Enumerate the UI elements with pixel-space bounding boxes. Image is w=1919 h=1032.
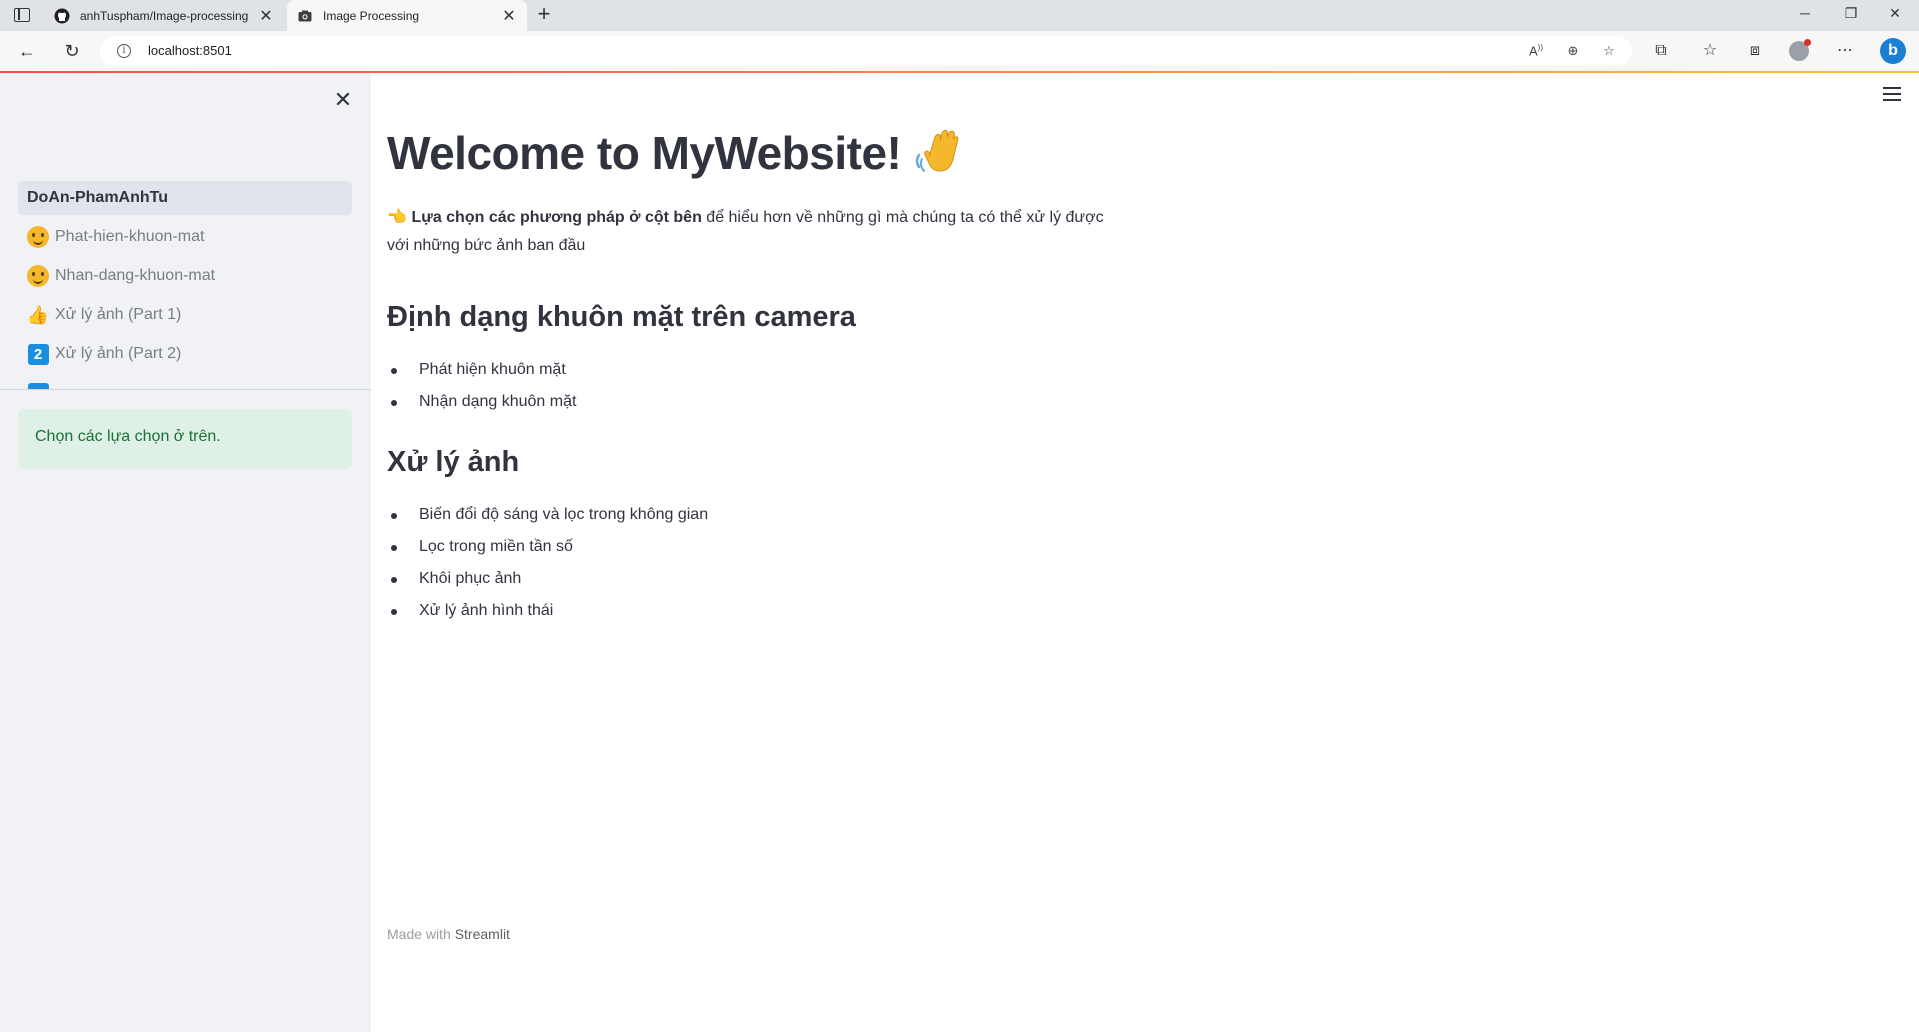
new-tab-icon[interactable]: + (532, 3, 556, 27)
browser-tab-bar: anhTuspham/Image-processing ✕ Image Proc… (0, 0, 1919, 31)
list-item: Nhận dạng khuôn mặt (387, 386, 1127, 418)
add-favorite-icon[interactable]: ☆ (1600, 43, 1618, 59)
smiling-face-icon (27, 226, 49, 248)
pointing-left-icon: 👈 (387, 209, 407, 226)
notification-dot (1804, 39, 1811, 46)
page-title-text: Welcome to MyWebsite! (387, 127, 902, 179)
close-tab-icon[interactable]: ✕ (258, 6, 274, 26)
list-item: Phát hiện khuôn mặt (387, 354, 1127, 386)
list-item: Khôi phục ảnh (387, 563, 1127, 595)
favorites-icon[interactable]: ☆ (1699, 40, 1721, 62)
tab-actions-icon[interactable] (14, 8, 30, 22)
back-icon[interactable]: ← (14, 39, 40, 63)
url-text: localhost:8501 (148, 43, 232, 58)
nav-item-label: Phat-hien-khuon-mat (55, 228, 205, 245)
footer-prefix: Made with (387, 926, 455, 942)
nav-item-xu-ly-anh-part2[interactable]: 2 Xử lý ảnh (Part 2) (18, 337, 352, 371)
sidebar-nav: DoAn-PhamAnhTu Phat-hien-khuon-mat Nhan-… (18, 181, 352, 389)
browser-tab-image-processing[interactable]: Image Processing ✕ (287, 0, 527, 31)
restore-icon[interactable]: ❐ (1836, 5, 1866, 25)
camera-feature-list: Phát hiện khuôn mặt Nhận dạng khuôn mặt (387, 354, 1127, 418)
info-icon[interactable]: i (117, 44, 131, 58)
nav-item-xu-ly-anh-part1[interactable]: 👍 Xử lý ảnh (Part 1) (18, 298, 352, 332)
camera-icon (297, 8, 313, 24)
info-alert: Chọn các lựa chọn ở trên. (18, 409, 352, 469)
image-processing-list: Biến đổi độ sáng và lọc trong không gian… (387, 499, 1127, 627)
smiling-face-icon (27, 265, 49, 287)
bing-icon[interactable]: b (1880, 38, 1906, 64)
browser-toolbar: ← ↻ i localhost:8501 A)) ⊕ ☆ ⧉ ☆ ⧈ ⋯ b (0, 31, 1919, 71)
page-title: Welcome to MyWebsite! (387, 126, 963, 180)
keycap-3-icon (27, 382, 49, 389)
more-options-icon[interactable]: ⋯ (1834, 40, 1856, 62)
hamburger-menu-icon[interactable] (1883, 87, 1901, 103)
refresh-icon[interactable]: ↻ (59, 39, 85, 63)
info-message: Chọn các lựa chọn ở trên. (35, 428, 221, 445)
zoom-icon[interactable]: ⊕ (1564, 43, 1582, 59)
read-aloud-icon[interactable]: A)) (1527, 43, 1545, 59)
nav-item-label: Nhan-dang-khuon-mat (55, 267, 216, 284)
nav-item-nhan-dang-khuon-mat[interactable]: Nhan-dang-khuon-mat (18, 259, 352, 293)
minimize-icon[interactable]: ─ (1790, 5, 1820, 25)
nav-item-label: Xử lý ảnh (Part 2) (55, 345, 182, 362)
sidebar: ✕ DoAn-PhamAnhTu Phat-hien-khuon-mat Nha… (0, 73, 371, 1032)
intro-bold: Lựa chọn các phương pháp ở cột bên (411, 209, 702, 226)
close-sidebar-icon[interactable]: ✕ (331, 88, 355, 112)
list-item: Biến đổi độ sáng và lọc trong không gian (387, 499, 1127, 531)
keycap-2-icon: 2 (27, 343, 49, 365)
intro-paragraph: 👈 Lựa chọn các phương pháp ở cột bên để … (387, 204, 1127, 260)
nav-item-label: Xử lý ảnh (Part 1) (55, 306, 182, 323)
nav-item-label: DoAn-PhamAnhTu (27, 189, 169, 206)
nav-item-phat-hien-khuon-mat[interactable]: Phat-hien-khuon-mat (18, 220, 352, 254)
section-heading-camera: Định dạng khuôn mặt trên camera (387, 301, 856, 333)
close-window-icon[interactable]: ✕ (1880, 5, 1910, 25)
address-bar[interactable]: i localhost:8501 A)) ⊕ ☆ (100, 36, 1632, 66)
github-icon (54, 8, 70, 24)
section-heading-image-processing: Xử lý ảnh (387, 446, 520, 478)
collections-icon[interactable]: ⧈ (1744, 40, 1766, 62)
profile-avatar[interactable] (1789, 39, 1811, 61)
browser-tab-github[interactable]: anhTuspham/Image-processing ✕ (44, 0, 284, 31)
sidebar-divider (0, 389, 371, 390)
extensions-icon[interactable]: ⧉ (1650, 40, 1672, 62)
tab-title: anhTuspham/Image-processing (80, 8, 249, 23)
nav-item-more[interactable] (18, 376, 352, 389)
streamlit-link[interactable]: Streamlit (455, 926, 510, 942)
waving-hand-icon (913, 127, 963, 177)
thumbs-up-icon: 👍 (26, 305, 50, 325)
close-tab-icon[interactable]: ✕ (501, 6, 517, 26)
list-item: Lọc trong miền tần số (387, 531, 1127, 563)
list-item: Xử lý ảnh hình thái (387, 595, 1127, 627)
tab-title: Image Processing (323, 8, 420, 23)
nav-item-home[interactable]: DoAn-PhamAnhTu (18, 181, 352, 215)
footer: Made with Streamlit (387, 926, 510, 942)
